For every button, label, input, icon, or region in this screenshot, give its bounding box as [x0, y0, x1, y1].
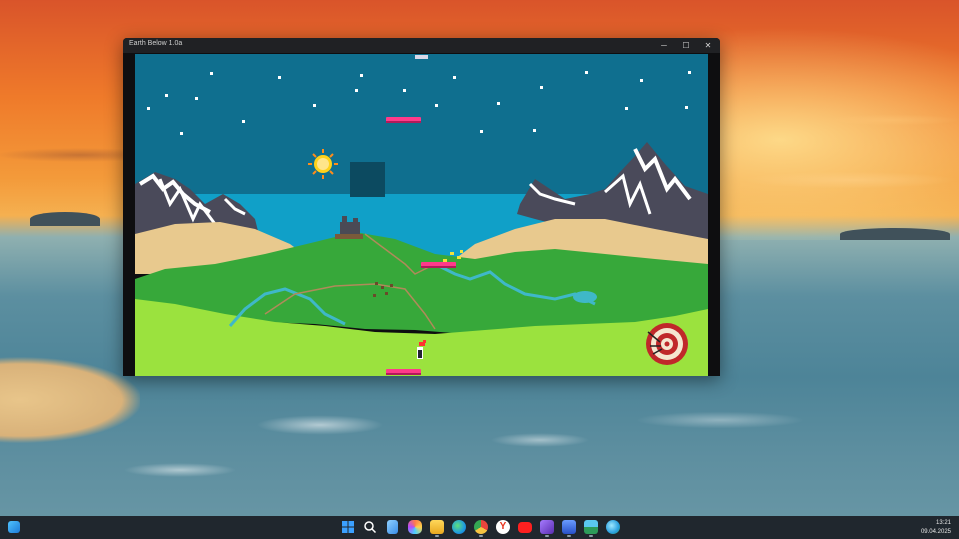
desktop-surf: [120, 380, 820, 500]
running-indicator: [589, 535, 593, 537]
clock-date: 09.04.2025: [920, 529, 951, 535]
desktop-beach: [0, 355, 140, 455]
task-view-icon[interactable]: [387, 520, 398, 534]
running-indicator: [435, 535, 439, 537]
copilot-icon[interactable]: [408, 520, 422, 534]
desktop-island-left: [30, 212, 100, 226]
game-canvas[interactable]: [135, 54, 708, 376]
desktop-island-right: [840, 228, 950, 240]
image-viewer-icon[interactable]: [584, 520, 598, 534]
save-floppy-icon[interactable]: [562, 520, 576, 534]
file-explorer-icon[interactable]: [430, 520, 444, 534]
game-window: Earth Below 1.0a ─ ☐ ✕: [123, 38, 720, 376]
system-clock[interactable]: 13:21 09.04.2025: [921, 519, 951, 537]
running-indicator: [567, 535, 571, 537]
chrome-browser-icon[interactable]: [474, 520, 488, 534]
globe-icon[interactable]: [606, 520, 620, 534]
close-button[interactable]: ✕: [701, 39, 715, 52]
maximize-button[interactable]: ☐: [679, 39, 693, 52]
window-titlebar[interactable]: Earth Below 1.0a ─ ☐ ✕: [123, 38, 720, 53]
running-indicator: [545, 535, 549, 537]
search-icon[interactable]: [363, 520, 377, 534]
yandex-browser-icon[interactable]: Y: [496, 520, 510, 534]
window-title: Earth Below 1.0a: [129, 40, 183, 47]
clock-time: 13:21: [935, 520, 951, 526]
widgets-icon[interactable]: [8, 521, 20, 533]
edge-browser-icon[interactable]: [452, 520, 466, 534]
running-indicator: [479, 535, 483, 537]
youtube-icon[interactable]: [518, 522, 532, 533]
visual-studio-icon[interactable]: [540, 520, 554, 534]
target-icon: [646, 323, 688, 365]
falling-block: [350, 162, 385, 197]
taskbar: Y 13:21 09.04.2025: [0, 516, 959, 539]
minimize-button[interactable]: ─: [657, 39, 671, 52]
top-marker: [415, 55, 428, 59]
start-button[interactable]: [341, 520, 355, 534]
